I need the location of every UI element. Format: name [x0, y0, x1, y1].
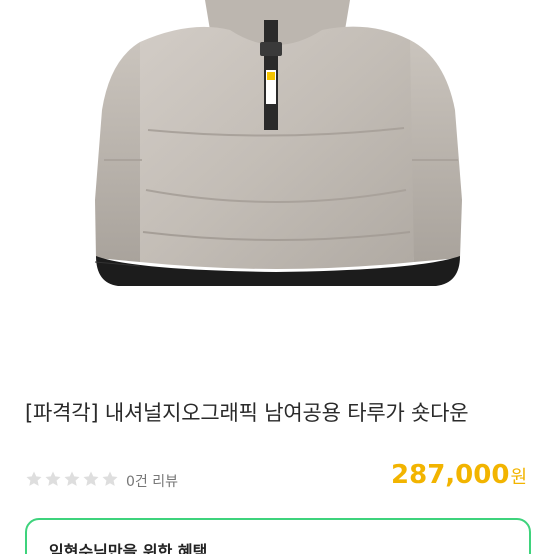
- price-amount: 287,000: [391, 460, 510, 490]
- review-count-link[interactable]: 0건 리뷰: [126, 471, 178, 491]
- rating-row: 0건 리뷰 287,000원: [25, 460, 535, 496]
- star-icon: [83, 471, 99, 486]
- price-currency: 원: [510, 467, 527, 488]
- benefit-title: 임현수님만을 위한 혜택: [49, 542, 208, 554]
- star-icon: [64, 471, 80, 486]
- product-image[interactable]: [0, 0, 554, 355]
- star-icon: [102, 471, 118, 486]
- product-title: [파격각] 내셔널지오그래픽 남여공용 타루가 숏다운: [25, 401, 469, 425]
- product-price: 287,000원: [391, 460, 527, 490]
- jacket-illustration: [94, 0, 462, 286]
- star-icon: [26, 471, 42, 486]
- star-icon: [45, 471, 61, 486]
- rating-stars: [25, 470, 119, 488]
- benefit-card[interactable]: 임현수님만을 위한 혜택: [25, 518, 531, 554]
